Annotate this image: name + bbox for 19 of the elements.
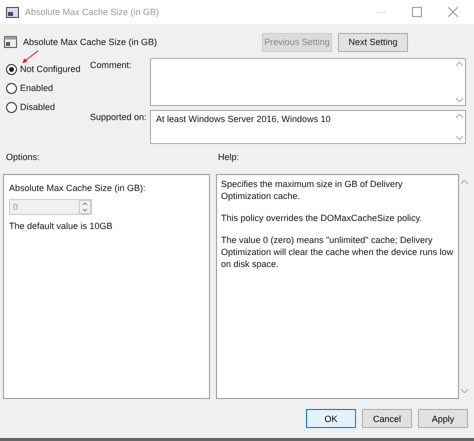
state-radio[interactable]: Enabled (6, 81, 90, 95)
cache-size-label: Absolute Max Cache Size (in GB): (9, 183, 147, 193)
dialog-button[interactable]: Apply (418, 409, 468, 428)
window-title: Absolute Max Cache Size (in GB) (25, 7, 160, 17)
help-paragraph: Specifies the maximum size in GB of Delivery Optimization cache. (221, 178, 404, 202)
setting-nav-button[interactable]: Next Setting (338, 32, 408, 52)
supported-on-label: Supported on: (90, 111, 148, 122)
dialog-button[interactable]: OK (306, 409, 356, 428)
comment-label: Comment: (90, 59, 133, 70)
default-value-note: The default value is 10GB (9, 221, 114, 231)
policy-title: Absolute Max Cache Size (in GB) (23, 37, 158, 47)
supported-on-field: At least Windows Server 2016, Windows 10 (150, 110, 466, 144)
help-paragraph: The value 0 (zero) means "unlimited" cache; Delivery Optimization will clear the cache when the device runs low on disk space. (221, 234, 454, 270)
options-label: Options: (6, 152, 41, 164)
state-radio[interactable]: Disabled (6, 100, 90, 114)
state-radio[interactable]: Not Configured (6, 62, 90, 76)
help-label: Help: (218, 152, 240, 164)
dialog-button[interactable]: Cancel (362, 409, 412, 428)
help-paragraph: This policy overrides the DOMaxCacheSize policy. (221, 212, 423, 224)
